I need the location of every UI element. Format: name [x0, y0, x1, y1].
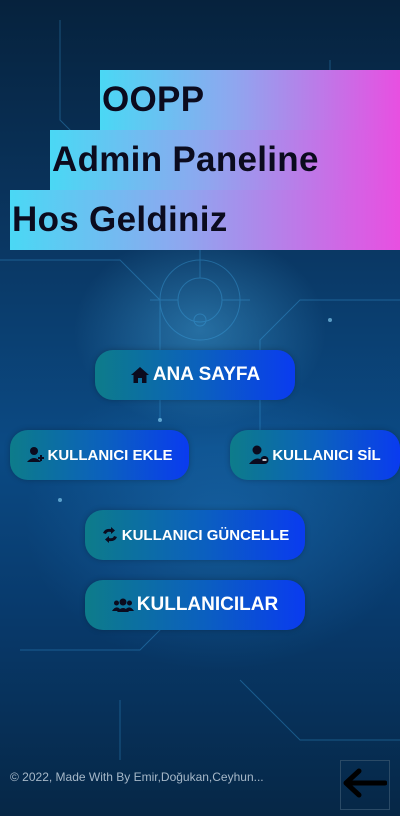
title-text-welcome: Hos Geldiniz	[12, 200, 228, 239]
delete-user-button-label: KULLANICI SİL	[272, 446, 381, 464]
back-button[interactable]	[340, 760, 390, 810]
home-icon	[130, 366, 150, 384]
add-user-button-label: KULLANICI EKLE	[47, 446, 173, 464]
title-line-2: Admin Paneline	[50, 130, 400, 190]
arrow-left-icon	[343, 768, 388, 803]
title-text-admin-panel: Admin Paneline	[52, 140, 319, 179]
title-line-1: OOPP	[100, 70, 400, 130]
sync-icon	[101, 527, 119, 543]
users-button-label: KULLANICILAR	[136, 594, 279, 615]
home-button-label: ANA SAYFA	[152, 364, 261, 385]
footer-copyright: © 2022, Made With By Emir,Doğukan,Ceyhun…	[10, 770, 264, 784]
title-line-3: Hos Geldiniz	[10, 190, 400, 250]
users-button[interactable]: KULLANICILAR	[85, 580, 305, 630]
title-text-oopp: OOPP	[102, 80, 205, 119]
add-user-button[interactable]: KULLANICI EKLE	[10, 430, 189, 480]
user-plus-icon	[26, 446, 45, 464]
home-button[interactable]: ANA SAYFA	[95, 350, 295, 400]
users-icon	[111, 597, 134, 613]
update-user-button-label: KULLANICI GÜNCELLE	[121, 526, 290, 544]
delete-user-button[interactable]: KULLANICI SİL	[230, 430, 400, 480]
user-minus-icon	[249, 445, 269, 465]
update-user-button[interactable]: KULLANICI GÜNCELLE	[85, 510, 305, 560]
